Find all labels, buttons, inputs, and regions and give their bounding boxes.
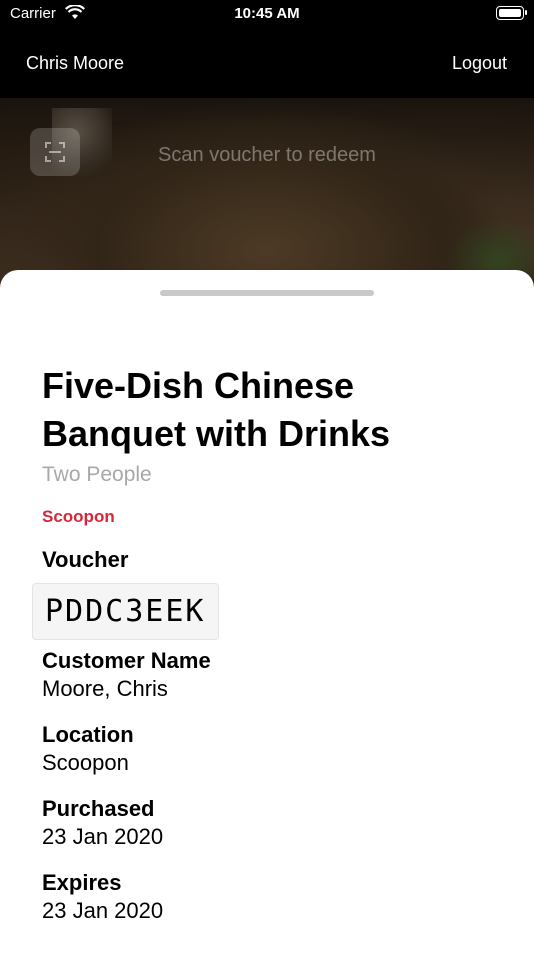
battery-icon — [496, 6, 527, 20]
deal-title: Five-Dish Chinese Banquet with Drinks — [42, 365, 391, 454]
deal-subtitle: Two People — [42, 463, 152, 486]
voucher-sheet: Five-Dish Chinese Banquet with Drinks Tw… — [0, 270, 534, 970]
camera-overlay — [0, 98, 534, 288]
scan-hint: Scan voucher to redeem — [158, 144, 376, 166]
user-name: Chris Moore — [26, 53, 125, 73]
voucher-code: PDDC3EEK — [32, 583, 219, 640]
camera-preview: Scan voucher to redeem — [0, 98, 534, 288]
customer-name-value: Moore, Chris — [42, 676, 168, 701]
logout-button[interactable]: Logout — [452, 53, 507, 74]
voucher-details: Five-Dish Chinese Banquet with Drinks Tw… — [32, 362, 492, 924]
location-label: Location — [42, 722, 134, 747]
expires-value: 23 Jan 2020 — [42, 898, 164, 923]
clock: 10:45 AM — [234, 5, 300, 22]
customer-name-label: Customer Name — [42, 648, 211, 673]
status-bar: Carrier 10:45 AM — [0, 0, 534, 28]
expires-label: Expires — [42, 870, 122, 895]
purchased-label: Purchased — [42, 796, 155, 821]
merchant-label: Scoopon — [42, 507, 115, 526]
location-value: Scoopon — [42, 750, 129, 775]
purchased-value: 23 Jan 2020 — [42, 824, 164, 849]
voucher-label: Voucher — [42, 547, 129, 572]
sheet-grabber[interactable] — [160, 290, 374, 296]
nav-bar: Chris Moore Logout — [0, 28, 534, 98]
